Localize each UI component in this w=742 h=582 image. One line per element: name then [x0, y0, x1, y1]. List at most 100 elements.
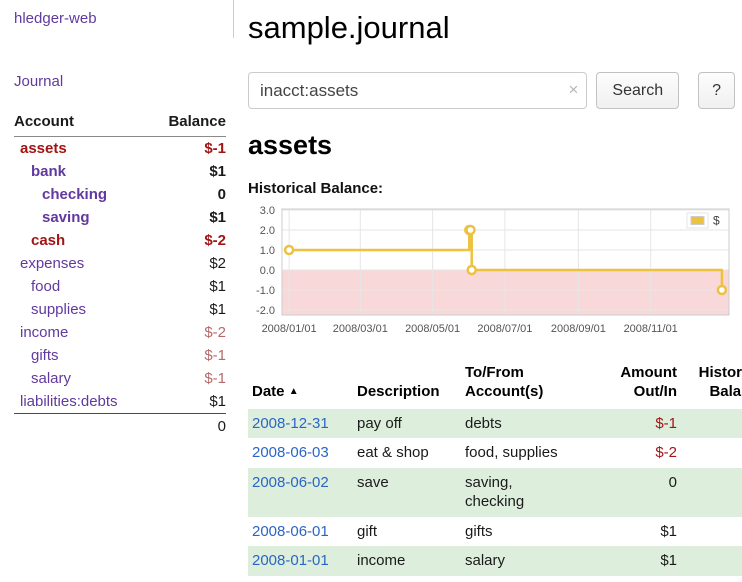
account-balance: $1 [209, 393, 226, 410]
transaction-amount: $1 [595, 517, 681, 547]
account-link[interactable]: checking [42, 186, 107, 203]
transaction-date-link[interactable]: 2008-01-01 [252, 552, 329, 569]
accounts-total-balance: 0 [150, 414, 226, 440]
transaction-description: eat & shop [353, 438, 461, 468]
register-table: Date ▲ Description To/From Account(s) Am… [248, 362, 742, 576]
transaction-balance: $-1 [681, 409, 742, 439]
svg-text:2008/09/01: 2008/09/01 [551, 323, 606, 335]
transaction-description: gift [353, 517, 461, 547]
svg-text:2008/07/01: 2008/07/01 [477, 323, 532, 335]
accounts-table: Account Balance assets $-1 bank $1 check… [14, 110, 226, 439]
svg-text:3.0: 3.0 [260, 205, 275, 217]
search-button[interactable]: Search [596, 72, 679, 109]
account-row: bank $1 [14, 160, 226, 183]
register-row: 2008-01-01 income salary $1 $1 [248, 546, 742, 576]
description-header: Description [353, 362, 461, 409]
transaction-amount: 0 [595, 468, 681, 517]
search-input[interactable] [248, 72, 587, 109]
transaction-amount: $1 [595, 546, 681, 576]
amount-header: Amount Out/In [595, 362, 681, 409]
sidebar-divider [233, 0, 234, 38]
register-row: 2008-06-03 eat & shop food, supplies $-2… [248, 438, 742, 468]
account-link[interactable]: supplies [31, 301, 86, 318]
historical-balance-header: Historical Balance [681, 362, 742, 409]
account-balance: $-2 [204, 324, 226, 341]
transaction-date-link[interactable]: 2008-06-01 [252, 523, 329, 540]
register-row: 2008-06-02 save saving, checking 0 $2 [248, 468, 742, 517]
chart-title: Historical Balance: [248, 180, 735, 197]
svg-text:1.0: 1.0 [260, 245, 275, 257]
register-row: 2008-06-01 gift gifts $1 $2 [248, 517, 742, 547]
transaction-description: save [353, 468, 461, 517]
account-row: liabilities:debts $1 [14, 390, 226, 414]
account-balance: $1 [209, 278, 226, 295]
balance-chart: 3.0 2.0 1.0 0.0 -1.0 -2.0 2008/01/01 2008/03/01… [248, 203, 735, 349]
tofrom-account-header: To/From Account(s) [461, 362, 595, 409]
accounts-total-row: 0 [14, 414, 226, 440]
account-balance: $2 [209, 255, 226, 272]
account-title: assets [248, 130, 735, 161]
svg-text:2008/11/01: 2008/11/01 [624, 323, 678, 335]
transaction-accounts: debts [461, 409, 595, 439]
svg-text:2008/05/01: 2008/05/01 [405, 323, 460, 335]
account-link[interactable]: food [31, 278, 60, 295]
account-balance: $1 [209, 209, 226, 226]
transaction-accounts: salary [461, 546, 595, 576]
account-link[interactable]: salary [31, 370, 71, 387]
account-link[interactable]: saving [42, 209, 90, 226]
account-row: assets $-1 [14, 137, 226, 161]
transaction-balance: 0 [681, 438, 742, 468]
account-link[interactable]: income [20, 324, 68, 341]
account-row: supplies $1 [14, 298, 226, 321]
account-balance: $1 [209, 163, 226, 180]
account-link[interactable]: assets [20, 140, 67, 157]
account-link[interactable]: cash [31, 232, 65, 249]
svg-text:2.0: 2.0 [260, 225, 275, 237]
account-balance: 0 [218, 186, 226, 203]
transaction-date-link[interactable]: 2008-06-02 [252, 474, 329, 491]
transaction-date-link[interactable]: 2008-06-03 [252, 444, 329, 461]
transaction-balance: $2 [681, 468, 742, 517]
account-row: income $-2 [14, 321, 226, 344]
svg-text:$: $ [713, 214, 720, 228]
nav-journal-link[interactable]: Journal [14, 73, 234, 90]
account-row: gifts $-1 [14, 344, 226, 367]
account-row: cash $-2 [14, 229, 226, 252]
account-link[interactable]: liabilities:debts [20, 393, 118, 410]
account-row: saving $1 [14, 206, 226, 229]
account-link[interactable]: bank [31, 163, 66, 180]
account-row: checking 0 [14, 183, 226, 206]
transaction-accounts: gifts [461, 517, 595, 547]
search-input-wrap: × [248, 72, 587, 109]
register-header-row: Date ▲ Description To/From Account(s) Am… [248, 362, 742, 409]
svg-text:2008/03/01: 2008/03/01 [333, 323, 388, 335]
transaction-amount: $-2 [595, 438, 681, 468]
svg-text:0.0: 0.0 [260, 265, 275, 277]
account-link[interactable]: expenses [20, 255, 84, 272]
search-bar: × Search ? [248, 72, 735, 109]
date-header-label: Date [252, 383, 285, 400]
app-title-link[interactable]: hledger-web [14, 10, 97, 27]
balance-column-header: Balance [150, 110, 226, 137]
svg-text:-1.0: -1.0 [256, 285, 275, 297]
svg-text:2008/01/01: 2008/01/01 [262, 323, 317, 335]
main-content: sample.journal × Search ? assets Histori… [248, 0, 735, 576]
sort-asc-icon: ▲ [289, 386, 299, 397]
accounts-table-header-row: Account Balance [14, 110, 226, 137]
clear-search-icon[interactable]: × [568, 80, 578, 100]
page-title: sample.journal [248, 10, 735, 46]
account-row: salary $-1 [14, 367, 226, 390]
transaction-date-link[interactable]: 2008-12-31 [252, 415, 329, 432]
account-balance: $-1 [204, 140, 226, 157]
account-link[interactable]: gifts [31, 347, 59, 364]
help-button[interactable]: ? [698, 72, 735, 109]
accounts-column-header: Account [14, 110, 150, 137]
date-sort-header[interactable]: Date ▲ [248, 362, 353, 409]
account-balance: $-2 [204, 232, 226, 249]
account-balance: $-1 [204, 370, 226, 387]
transaction-amount: $-1 [595, 409, 681, 439]
transaction-accounts: food, supplies [461, 438, 595, 468]
account-balance: $-1 [204, 347, 226, 364]
svg-text:-2.0: -2.0 [256, 305, 275, 317]
transaction-description: pay off [353, 409, 461, 439]
